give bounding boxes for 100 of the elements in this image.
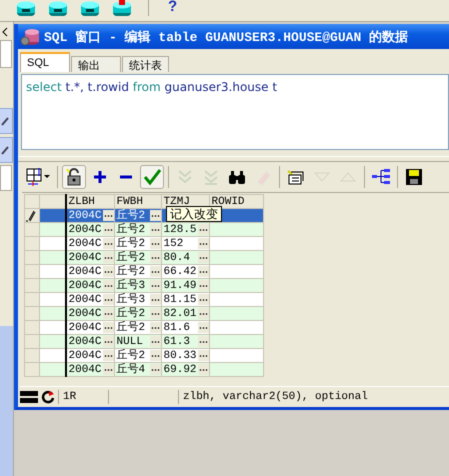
pencil-icon	[0, 145, 10, 155]
ellipsis-icon[interactable]	[198, 308, 209, 319]
ellipsis-icon[interactable]	[102, 308, 114, 319]
ellipsis-icon[interactable]	[150, 350, 161, 361]
side-button[interactable]	[0, 137, 13, 163]
ellipsis-icon[interactable]	[102, 322, 114, 333]
table-cell: 2004C	[68, 322, 102, 334]
grid-icon	[26, 167, 51, 187]
table-cell: 2004C	[68, 238, 102, 250]
grid-button[interactable]	[24, 165, 53, 189]
table-cell: 81.6	[164, 322, 190, 334]
plus-icon	[94, 171, 106, 183]
table-cell: 2004C	[68, 364, 102, 376]
ellipsis-icon[interactable]	[198, 350, 209, 361]
ellipsis-icon[interactable]	[150, 308, 161, 319]
ellipsis-icon[interactable]	[102, 238, 114, 249]
ellipsis-icon[interactable]	[150, 280, 161, 291]
table-cell: 128.5	[164, 224, 197, 236]
column-info: zlbh, varchar2(50), optional	[178, 390, 368, 404]
ellipsis-icon[interactable]	[198, 364, 209, 375]
database-icon	[20, 28, 40, 46]
ellipsis-icon[interactable]	[102, 294, 114, 305]
table-cell: 2004C	[68, 210, 102, 222]
ellipsis-icon[interactable]	[198, 294, 209, 305]
ellipsis-icon[interactable]	[198, 266, 209, 277]
table-row[interactable]: 2004C 丘号2 82.01	[24, 306, 264, 320]
bars-icon[interactable]	[20, 390, 38, 404]
minus-icon	[120, 175, 132, 179]
database-icon[interactable]	[80, 0, 100, 16]
table-cell: 69.92	[164, 364, 197, 376]
ellipsis-icon[interactable]	[150, 210, 161, 221]
ellipsis-icon[interactable]	[150, 252, 161, 263]
refresh-icon[interactable]	[41, 390, 55, 404]
ellipsis-icon[interactable]	[198, 280, 209, 291]
table-cell: 丘号2	[116, 350, 146, 362]
ellipsis-icon[interactable]	[198, 322, 209, 333]
tab[interactable]: 统计表	[122, 56, 169, 72]
ellipsis-icon[interactable]	[198, 336, 209, 347]
record-count: 1R	[58, 390, 108, 404]
tab[interactable]: SQL	[20, 52, 70, 72]
ellipsis-icon[interactable]	[102, 336, 114, 347]
table-cell: 丘号4	[116, 364, 146, 376]
tree-icon	[371, 167, 391, 187]
ellipsis-icon[interactable]	[150, 336, 161, 347]
ellipsis-icon[interactable]	[150, 364, 161, 375]
help-button[interactable]: ?	[165, 0, 180, 14]
table-cell: 61.3	[164, 336, 190, 348]
table-cell: 丘号2	[116, 322, 146, 334]
ellipsis-icon[interactable]	[150, 224, 161, 235]
table-cell: 2004C	[68, 266, 102, 278]
table-cell: 81.15	[164, 294, 197, 306]
sql-editor[interactable]: select t.*, t.rowid from guanuser3.house t	[21, 74, 449, 150]
ellipsis-icon[interactable]	[102, 280, 114, 291]
table-cell: 2004C	[68, 336, 102, 348]
ellipsis-icon[interactable]	[102, 224, 114, 235]
table-row[interactable]: 2004C 丘号3 81.15	[24, 292, 264, 306]
table-cell: 2004C	[68, 252, 102, 264]
table-row[interactable]: 2004C 丘号2 152	[24, 236, 264, 250]
table-cell: 80.4	[164, 252, 190, 264]
table-cell: 91.49	[164, 280, 197, 292]
table-cell: 2004C	[68, 294, 102, 306]
table-cell: 丘号2	[116, 252, 146, 264]
ellipsis-icon[interactable]	[102, 266, 114, 277]
table-cell: 2004C	[68, 224, 102, 236]
database-icon[interactable]	[16, 0, 36, 16]
table-row[interactable]: 2004C 丘号2 80.33	[24, 348, 264, 362]
database-alert-icon[interactable]	[112, 0, 132, 16]
table-cell: 丘号2	[116, 308, 146, 320]
ellipsis-icon[interactable]	[150, 294, 161, 305]
side-button[interactable]	[0, 108, 13, 134]
table-cell: 82.01	[164, 308, 197, 320]
table-cell: 丘号2	[116, 266, 146, 278]
ellipsis-icon[interactable]	[198, 224, 209, 235]
table-cell: NULL	[116, 336, 143, 348]
ellipsis-icon[interactable]	[150, 322, 161, 333]
ellipsis-icon[interactable]	[198, 238, 209, 249]
table-row[interactable]: 2004C 丘号3 91.49	[24, 278, 264, 292]
table-cell: 152	[164, 238, 184, 250]
pencil-icon	[0, 116, 10, 126]
ellipsis-icon[interactable]	[150, 238, 161, 249]
ellipsis-icon[interactable]	[150, 266, 161, 277]
table-cell: 丘号2	[116, 238, 146, 250]
table-cell: 2004C	[68, 350, 102, 362]
ellipsis-icon[interactable]	[102, 252, 114, 263]
table-cell: 80.33	[164, 350, 197, 362]
database-icon[interactable]	[48, 0, 68, 16]
table-cell: 2004C	[68, 280, 102, 292]
ellipsis-icon[interactable]	[102, 210, 114, 221]
table-row[interactable]: 2004C 丘号2 80.4	[24, 250, 264, 264]
ellipsis-icon[interactable]	[102, 350, 114, 361]
table-cell: 丘号3	[116, 294, 146, 306]
tab[interactable]: 输出	[71, 56, 121, 72]
table-row[interactable]: 2004C NULL 61.3	[24, 334, 264, 348]
checkmark-button[interactable]	[140, 165, 164, 189]
table-row[interactable]: 2004C 丘号4 69.92	[24, 362, 264, 376]
table-row[interactable]: 2004C 丘号2 66.42	[24, 264, 264, 278]
table-cell: 2004C	[68, 308, 102, 320]
ellipsis-icon[interactable]	[102, 364, 114, 375]
padlock-button[interactable]	[62, 165, 86, 189]
ellipsis-icon[interactable]	[198, 252, 209, 263]
